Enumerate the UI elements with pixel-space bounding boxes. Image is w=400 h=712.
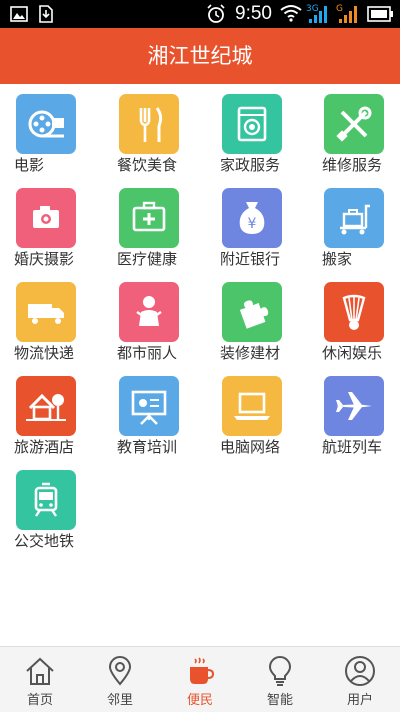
service-tile [222, 94, 282, 154]
money-bag-icon: ¥ [239, 202, 265, 234]
signal-3g-icon: 3G [306, 4, 327, 23]
service-education[interactable]: 教育培训 [103, 376, 203, 466]
image-notification-icon [10, 6, 28, 22]
tab-label: 用户 [346, 693, 373, 708]
service-medical[interactable]: 医疗健康 [103, 188, 203, 278]
service-tile [222, 282, 282, 342]
lightbulb-icon [268, 656, 292, 686]
tab-smart[interactable]: 智能 [240, 647, 320, 712]
coffee-cup-icon [190, 657, 215, 684]
service-flights-trains[interactable]: 航班列车 [308, 376, 400, 466]
service-travel-hotel[interactable]: 旅游酒店 [0, 376, 100, 466]
service-tile: ¥ [222, 188, 282, 248]
service-tile [222, 376, 282, 436]
service-label: 旅游酒店 [14, 438, 75, 456]
tab-label: 智能 [266, 693, 293, 708]
service-tile [119, 94, 179, 154]
service-food[interactable]: 餐饮美食 [103, 94, 203, 184]
tab-convenience[interactable]: 便民 [160, 647, 240, 712]
tab-neighborhood[interactable]: 邻里 [80, 647, 160, 712]
service-logistics[interactable]: 物流快递 [0, 282, 100, 372]
house-tree-icon [26, 393, 66, 421]
film-icon [28, 110, 64, 138]
service-bank[interactable]: ¥ 附近银行 [206, 188, 306, 278]
service-tile [119, 376, 179, 436]
tab-label: 首页 [26, 693, 53, 708]
service-tile [16, 376, 76, 436]
user-icon [345, 656, 375, 686]
fork-knife-icon [139, 107, 163, 142]
tools-icon [336, 106, 372, 142]
battery-icon [367, 6, 393, 22]
service-label: 搬家 [322, 250, 353, 268]
service-tile [16, 282, 76, 342]
service-movie[interactable]: 电影 [0, 94, 100, 184]
service-tile [324, 282, 384, 342]
service-tile [324, 94, 384, 154]
service-label: 电脑网络 [220, 438, 281, 456]
baby-icon [136, 296, 162, 326]
service-label: 装修建材 [220, 344, 281, 362]
service-label: 维修服务 [322, 156, 383, 174]
train-icon [34, 482, 58, 517]
truck-icon [28, 304, 64, 324]
puzzle-icon [239, 300, 269, 329]
svg-text:G: G [336, 4, 343, 14]
service-label: 公交地铁 [14, 532, 75, 550]
service-bus-metro[interactable]: 公交地铁 [0, 470, 100, 560]
service-label: 电影 [14, 156, 45, 174]
service-label: 婚庆摄影 [14, 250, 75, 268]
alarm-icon [207, 4, 225, 23]
service-repair[interactable]: 维修服务 [308, 94, 400, 184]
service-tile [324, 188, 384, 248]
tab-label: 便民 [186, 693, 213, 708]
service-beauty[interactable]: 都市丽人 [103, 282, 203, 372]
home-icon [26, 657, 54, 685]
service-entertainment[interactable]: 休闲娱乐 [308, 282, 400, 372]
service-tile [16, 188, 76, 248]
tab-user[interactable]: 用户 [320, 647, 400, 712]
washing-machine-icon [237, 106, 267, 142]
svg-text:¥: ¥ [248, 216, 257, 232]
service-tile [119, 282, 179, 342]
service-label: 餐饮美食 [117, 156, 178, 174]
service-label: 物流快递 [14, 344, 75, 362]
service-wedding-photo[interactable]: 婚庆摄影 [0, 188, 100, 278]
service-label: 航班列车 [322, 438, 383, 456]
service-tile [324, 376, 384, 436]
service-tile [119, 188, 179, 248]
page-title: 湘江世纪城 [0, 28, 400, 84]
svg-text:3G: 3G [306, 4, 319, 14]
service-label: 都市丽人 [117, 344, 178, 362]
location-pin-icon [108, 656, 132, 686]
shuttlecock-icon [342, 294, 366, 330]
bottom-tab-bar: 首页 邻里 便民 智能 用户 [0, 646, 400, 712]
service-label: 教育培训 [117, 438, 178, 456]
service-tile [16, 470, 76, 530]
service-label: 家政服务 [220, 156, 281, 174]
tab-home[interactable]: 首页 [0, 647, 80, 712]
presentation-icon [131, 390, 167, 425]
service-label: 附近银行 [220, 250, 281, 268]
service-computer-network[interactable]: 电脑网络 [206, 376, 306, 466]
download-notification-icon [39, 5, 53, 23]
clock: 9:50 [235, 3, 272, 24]
service-tile [16, 94, 76, 154]
tab-label: 邻里 [106, 693, 133, 708]
laptop-icon [234, 392, 270, 420]
service-label: 医疗健康 [117, 250, 178, 268]
signal-g-icon: G [336, 4, 357, 23]
medical-kit-icon [132, 201, 166, 232]
wifi-icon [280, 5, 302, 22]
service-housekeeping[interactable]: 家政服务 [206, 94, 306, 184]
luggage-cart-icon [340, 204, 370, 235]
service-moving[interactable]: 搬家 [308, 188, 400, 278]
camera-icon [33, 206, 59, 228]
status-bar: 9:50 3G G [0, 0, 400, 28]
airplane-icon [336, 392, 372, 420]
service-label: 休闲娱乐 [322, 344, 383, 362]
service-decoration[interactable]: 装修建材 [206, 282, 306, 372]
